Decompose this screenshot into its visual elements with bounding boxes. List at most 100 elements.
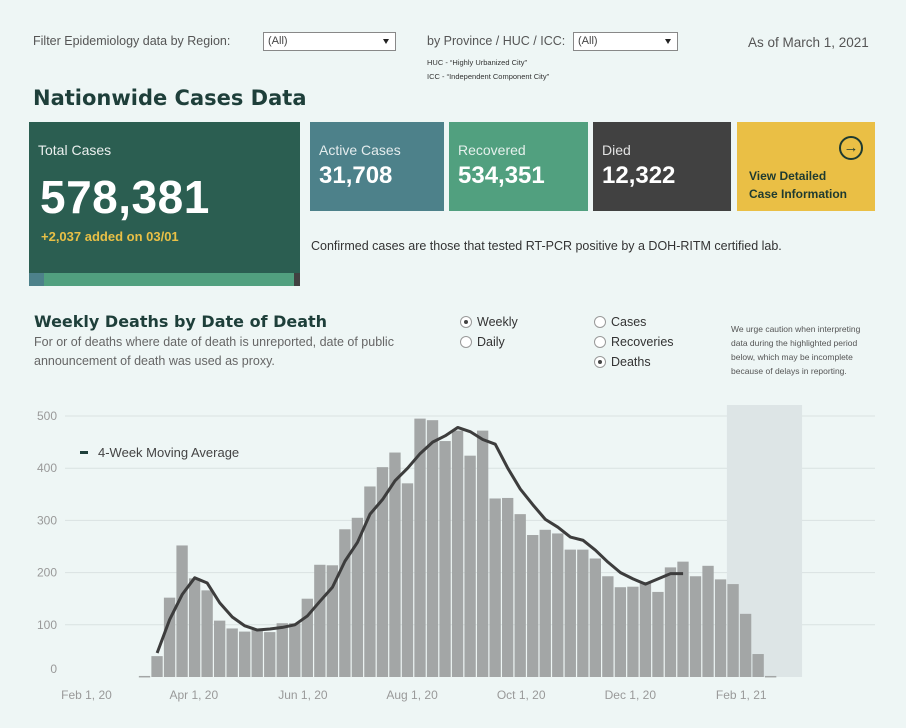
x-tick-label: Oct 1, 20 — [497, 688, 546, 702]
as-of-date: As of March 1, 2021 — [748, 35, 869, 50]
radio-recoveries-label: Recoveries — [611, 335, 674, 349]
radio-daily[interactable]: Daily — [460, 335, 505, 349]
arrow-right-circle-icon: → — [839, 136, 863, 160]
radio-unselected-icon — [594, 336, 606, 348]
bar — [251, 630, 263, 677]
radio-deaths[interactable]: Deaths — [594, 355, 651, 369]
total-cases-added: +2,037 added on 03/01 — [41, 229, 179, 244]
recovered-label: Recovered — [458, 142, 526, 158]
chevron-down-icon — [665, 39, 671, 44]
bar — [602, 576, 614, 677]
bar — [752, 654, 764, 677]
detail-line-2: Case Information — [749, 187, 848, 201]
chart-subtitle: For or of deaths where date of death is … — [34, 335, 394, 368]
radio-selected-icon — [460, 316, 472, 328]
region-filter-value: (All) — [268, 35, 288, 47]
view-detailed-case-button[interactable]: → View Detailed Case Information — [737, 122, 875, 211]
bar — [652, 591, 664, 677]
y-axis-ticks: 0 100 200 300 400 500 — [37, 409, 57, 676]
y-tick-label: 300 — [37, 513, 57, 527]
bar — [664, 567, 677, 677]
icc-note: ICC - “Independent Component City” — [427, 72, 550, 81]
recovered-value: 534,351 — [458, 162, 545, 189]
radio-unselected-icon — [460, 336, 472, 348]
active-cases-value: 31,708 — [319, 162, 393, 189]
radio-weekly-label: Weekly — [477, 315, 518, 329]
weekly-deaths-chart: 0 100 200 300 400 500 Feb 1, 20 Apr 1, 20 Jun 1… — [37, 405, 875, 702]
composition-active-segment — [29, 273, 44, 286]
bar — [614, 587, 627, 677]
bar — [176, 545, 188, 677]
bar — [502, 497, 514, 677]
radio-recoveries[interactable]: Recoveries — [594, 335, 674, 349]
bar — [314, 564, 326, 677]
radio-daily-label: Daily — [477, 335, 505, 349]
bar — [439, 441, 451, 677]
bar — [764, 675, 777, 678]
huc-note: HUC - “Highly Urbanized City” — [427, 58, 528, 67]
chevron-down-icon — [383, 39, 389, 44]
radio-cases[interactable]: Cases — [594, 315, 646, 329]
bar — [689, 576, 702, 677]
region-filter-label: Filter Epidemiology data by Region: — [33, 34, 231, 48]
caution-note: We urge caution when interpreting data d… — [731, 324, 861, 376]
y-tick-label: 200 — [37, 566, 57, 580]
bar — [151, 656, 163, 677]
radio-weekly[interactable]: Weekly — [460, 315, 518, 329]
total-cases-value: 578,381 — [40, 171, 210, 223]
bar — [639, 581, 652, 677]
case-composition-bar — [29, 273, 300, 286]
detail-line-1: View Detailed — [749, 169, 827, 183]
bar — [514, 514, 526, 677]
bar — [451, 430, 464, 677]
region-filter-dropdown[interactable]: (All) — [263, 32, 396, 51]
bar — [714, 579, 727, 677]
bar — [464, 455, 476, 677]
bar — [239, 631, 251, 677]
province-filter-dropdown[interactable]: (All) — [573, 32, 678, 51]
y-tick-label: 0 — [50, 662, 57, 676]
y-tick-label: 500 — [37, 409, 57, 423]
recovered-card: Recovered 534,351 — [449, 122, 588, 211]
x-tick-label: Dec 1, 20 — [605, 688, 657, 702]
page-title: Nationwide Cases Data — [33, 86, 307, 110]
bar — [677, 561, 689, 677]
bar — [739, 613, 752, 677]
bar — [276, 623, 288, 677]
bar — [627, 586, 639, 677]
bar — [188, 578, 201, 677]
x-tick-label: Aug 1, 20 — [386, 688, 438, 702]
bar — [577, 549, 589, 677]
x-tick-label: Feb 1, 20 — [61, 688, 112, 702]
total-cases-card: Total Cases 578,381 +2,037 added on 03/0… — [29, 122, 300, 286]
y-tick-label: 100 — [37, 618, 57, 632]
radio-selected-icon — [594, 356, 606, 368]
x-tick-label: Jun 1, 20 — [278, 688, 328, 702]
bar — [539, 529, 551, 677]
bar — [201, 590, 213, 677]
x-tick-label: Feb 1, 21 — [716, 688, 767, 702]
bar — [589, 558, 601, 677]
bar — [138, 675, 151, 678]
died-value: 12,322 — [602, 162, 676, 189]
province-filter-value: (All) — [578, 35, 598, 47]
died-label: Died — [602, 142, 631, 158]
confirmed-note: Confirmed cases are those that tested RT… — [311, 239, 782, 253]
total-cases-label: Total Cases — [38, 142, 112, 158]
chart-legend: 4-Week Moving Average — [80, 445, 239, 460]
composition-recovered-segment — [43, 273, 295, 286]
province-filter-label: by Province / HUC / ICC: — [427, 34, 566, 48]
bar — [226, 628, 238, 677]
x-axis-ticks: Feb 1, 20 Apr 1, 20 Jun 1, 20 Aug 1, 20 Oct … — [61, 688, 767, 702]
legend-line-icon — [80, 451, 88, 454]
radio-cases-label: Cases — [611, 315, 647, 329]
y-tick-label: 400 — [37, 461, 57, 475]
died-card: Died 12,322 — [593, 122, 731, 211]
bar — [213, 620, 226, 677]
bar — [339, 529, 351, 677]
legend-label: 4-Week Moving Average — [98, 445, 239, 460]
chart-title: Weekly Deaths by Date of Death — [34, 312, 328, 331]
bar — [702, 565, 714, 677]
radio-deaths-label: Deaths — [611, 355, 651, 369]
bar — [727, 584, 739, 677]
